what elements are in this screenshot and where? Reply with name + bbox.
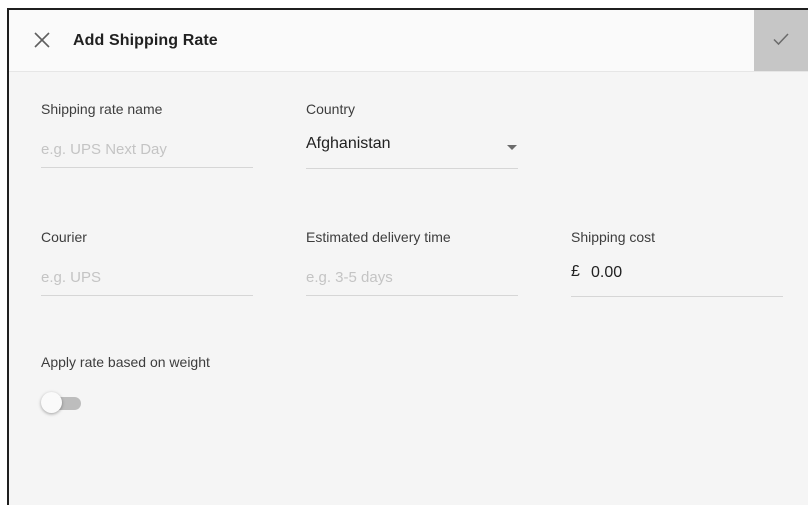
courier-label: Courier <box>41 229 87 245</box>
country-label: Country <box>306 101 356 117</box>
courier-input[interactable] <box>41 260 253 296</box>
shipping-cost-field: Shipping cost £ <box>571 228 783 298</box>
rate-name-label: Shipping rate name <box>41 101 163 117</box>
caret-down-icon <box>507 145 517 150</box>
dialog-header: Add Shipping Rate <box>9 10 808 72</box>
delivery-time-label: Estimated delivery time <box>306 229 451 245</box>
courier-field: Courier <box>41 228 253 298</box>
delivery-time-input[interactable] <box>306 260 518 296</box>
country-field: Country Afghanistan <box>306 100 518 170</box>
check-icon <box>773 33 789 46</box>
currency-symbol: £ <box>571 263 580 280</box>
weight-toggle-label: Apply rate based on weight <box>41 354 210 370</box>
add-shipping-rate-dialog: Add Shipping Rate Shipping rate name Cou… <box>7 8 808 505</box>
close-icon <box>34 32 50 48</box>
weight-toggle[interactable] <box>41 392 85 414</box>
delivery-time-field: Estimated delivery time <box>306 228 518 298</box>
close-button[interactable] <box>31 29 53 51</box>
shipping-cost-input[interactable] <box>591 260 781 286</box>
country-selected-value: Afghanistan <box>306 135 391 152</box>
confirm-button[interactable] <box>754 10 808 71</box>
rate-name-field: Shipping rate name <box>41 100 253 170</box>
rate-name-input[interactable] <box>41 132 253 168</box>
country-select[interactable]: Afghanistan <box>306 132 518 169</box>
shipping-cost-wrapper: £ <box>571 260 783 297</box>
shipping-cost-label: Shipping cost <box>571 229 656 245</box>
dialog-title: Add Shipping Rate <box>73 32 218 49</box>
toggle-knob <box>41 392 62 413</box>
